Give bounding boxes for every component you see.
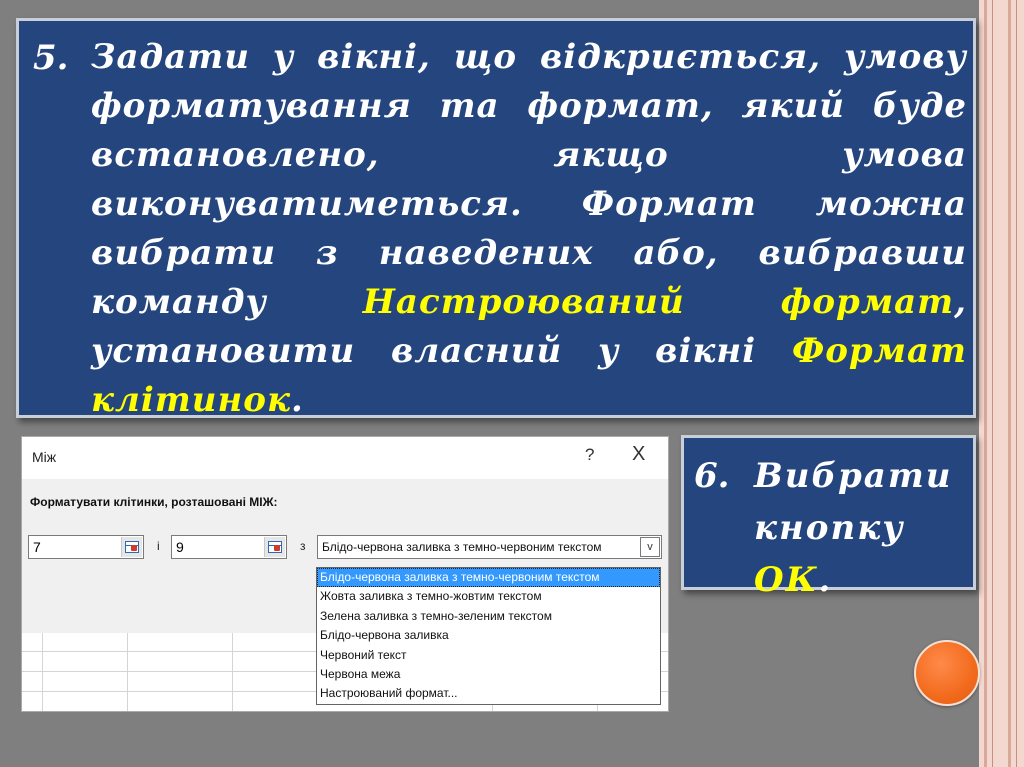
and-label: і bbox=[157, 539, 160, 553]
grid-line bbox=[42, 633, 43, 711]
lower-bound-value: 7 bbox=[33, 539, 41, 555]
upper-bound-input[interactable]: 9 bbox=[171, 535, 287, 559]
close-icon[interactable]: X bbox=[632, 443, 645, 466]
stripe-line bbox=[1008, 0, 1011, 767]
step-6-text-start: Вибрати кнопку bbox=[754, 456, 953, 548]
format-select[interactable]: Блідо-червона заливка з темно-червоним т… bbox=[317, 535, 662, 559]
stripe-line bbox=[992, 0, 993, 767]
format-cells-between-label: Форматувати клітинки, розташовані МІЖ: bbox=[30, 495, 278, 509]
upper-bound-value: 9 bbox=[176, 539, 184, 555]
decorative-orange-circle bbox=[914, 640, 980, 706]
format-dropdown-list: Блідо-червона заливка з темно-червоним т… bbox=[316, 567, 661, 705]
ok-highlight: ОК bbox=[754, 560, 819, 600]
range-picker-icon[interactable] bbox=[121, 537, 142, 557]
dropdown-item[interactable]: Жовта заливка з темно-жовтим текстом bbox=[317, 587, 660, 606]
dropdown-item[interactable]: Настроюваний формат... bbox=[317, 684, 660, 703]
step-6-text-end: . bbox=[818, 560, 833, 600]
step-5-text: Задати у вікні, що відкриється, умову фо… bbox=[91, 33, 967, 425]
step-6-number: 6. bbox=[694, 456, 730, 496]
step-6-panel: 6. Вибрати кнопку ОК. bbox=[681, 435, 976, 600]
stripe-line bbox=[1016, 0, 1017, 767]
dialog-title: Між bbox=[32, 449, 57, 465]
step-5-text-end: . bbox=[290, 380, 304, 420]
grid-line bbox=[127, 633, 128, 711]
dropdown-item[interactable]: Червоний текст bbox=[317, 646, 660, 665]
step-5-panel: 5. Задати у вікні, що відкриється, умову… bbox=[16, 18, 976, 420]
step-5-text-start: Задати у вікні, що відкриється, умову фо… bbox=[91, 37, 967, 322]
step-6-text: Вибрати кнопку ОК. bbox=[754, 450, 964, 606]
grid-line bbox=[232, 633, 233, 711]
step-5-number: 5. bbox=[33, 38, 69, 78]
custom-format-highlight: Настроюваний формат bbox=[362, 282, 955, 322]
dropdown-item[interactable]: Зелена заливка з темно-зеленим текстом bbox=[317, 607, 660, 626]
stripe-line bbox=[984, 0, 987, 767]
range-picker-icon[interactable] bbox=[264, 537, 285, 557]
help-icon[interactable]: ? bbox=[585, 445, 594, 465]
chevron-down-icon[interactable]: v bbox=[640, 537, 660, 557]
dropdown-item[interactable]: Блідо-червона заливка з темно-червоним т… bbox=[317, 568, 660, 588]
dropdown-item[interactable]: Червона межа bbox=[317, 665, 660, 684]
format-select-value: Блідо-червона заливка з темно-червоним т… bbox=[322, 540, 602, 554]
dropdown-item[interactable]: Блідо-червона заливка bbox=[317, 626, 660, 645]
with-label: з bbox=[300, 539, 306, 553]
lower-bound-input[interactable]: 7 bbox=[28, 535, 144, 559]
